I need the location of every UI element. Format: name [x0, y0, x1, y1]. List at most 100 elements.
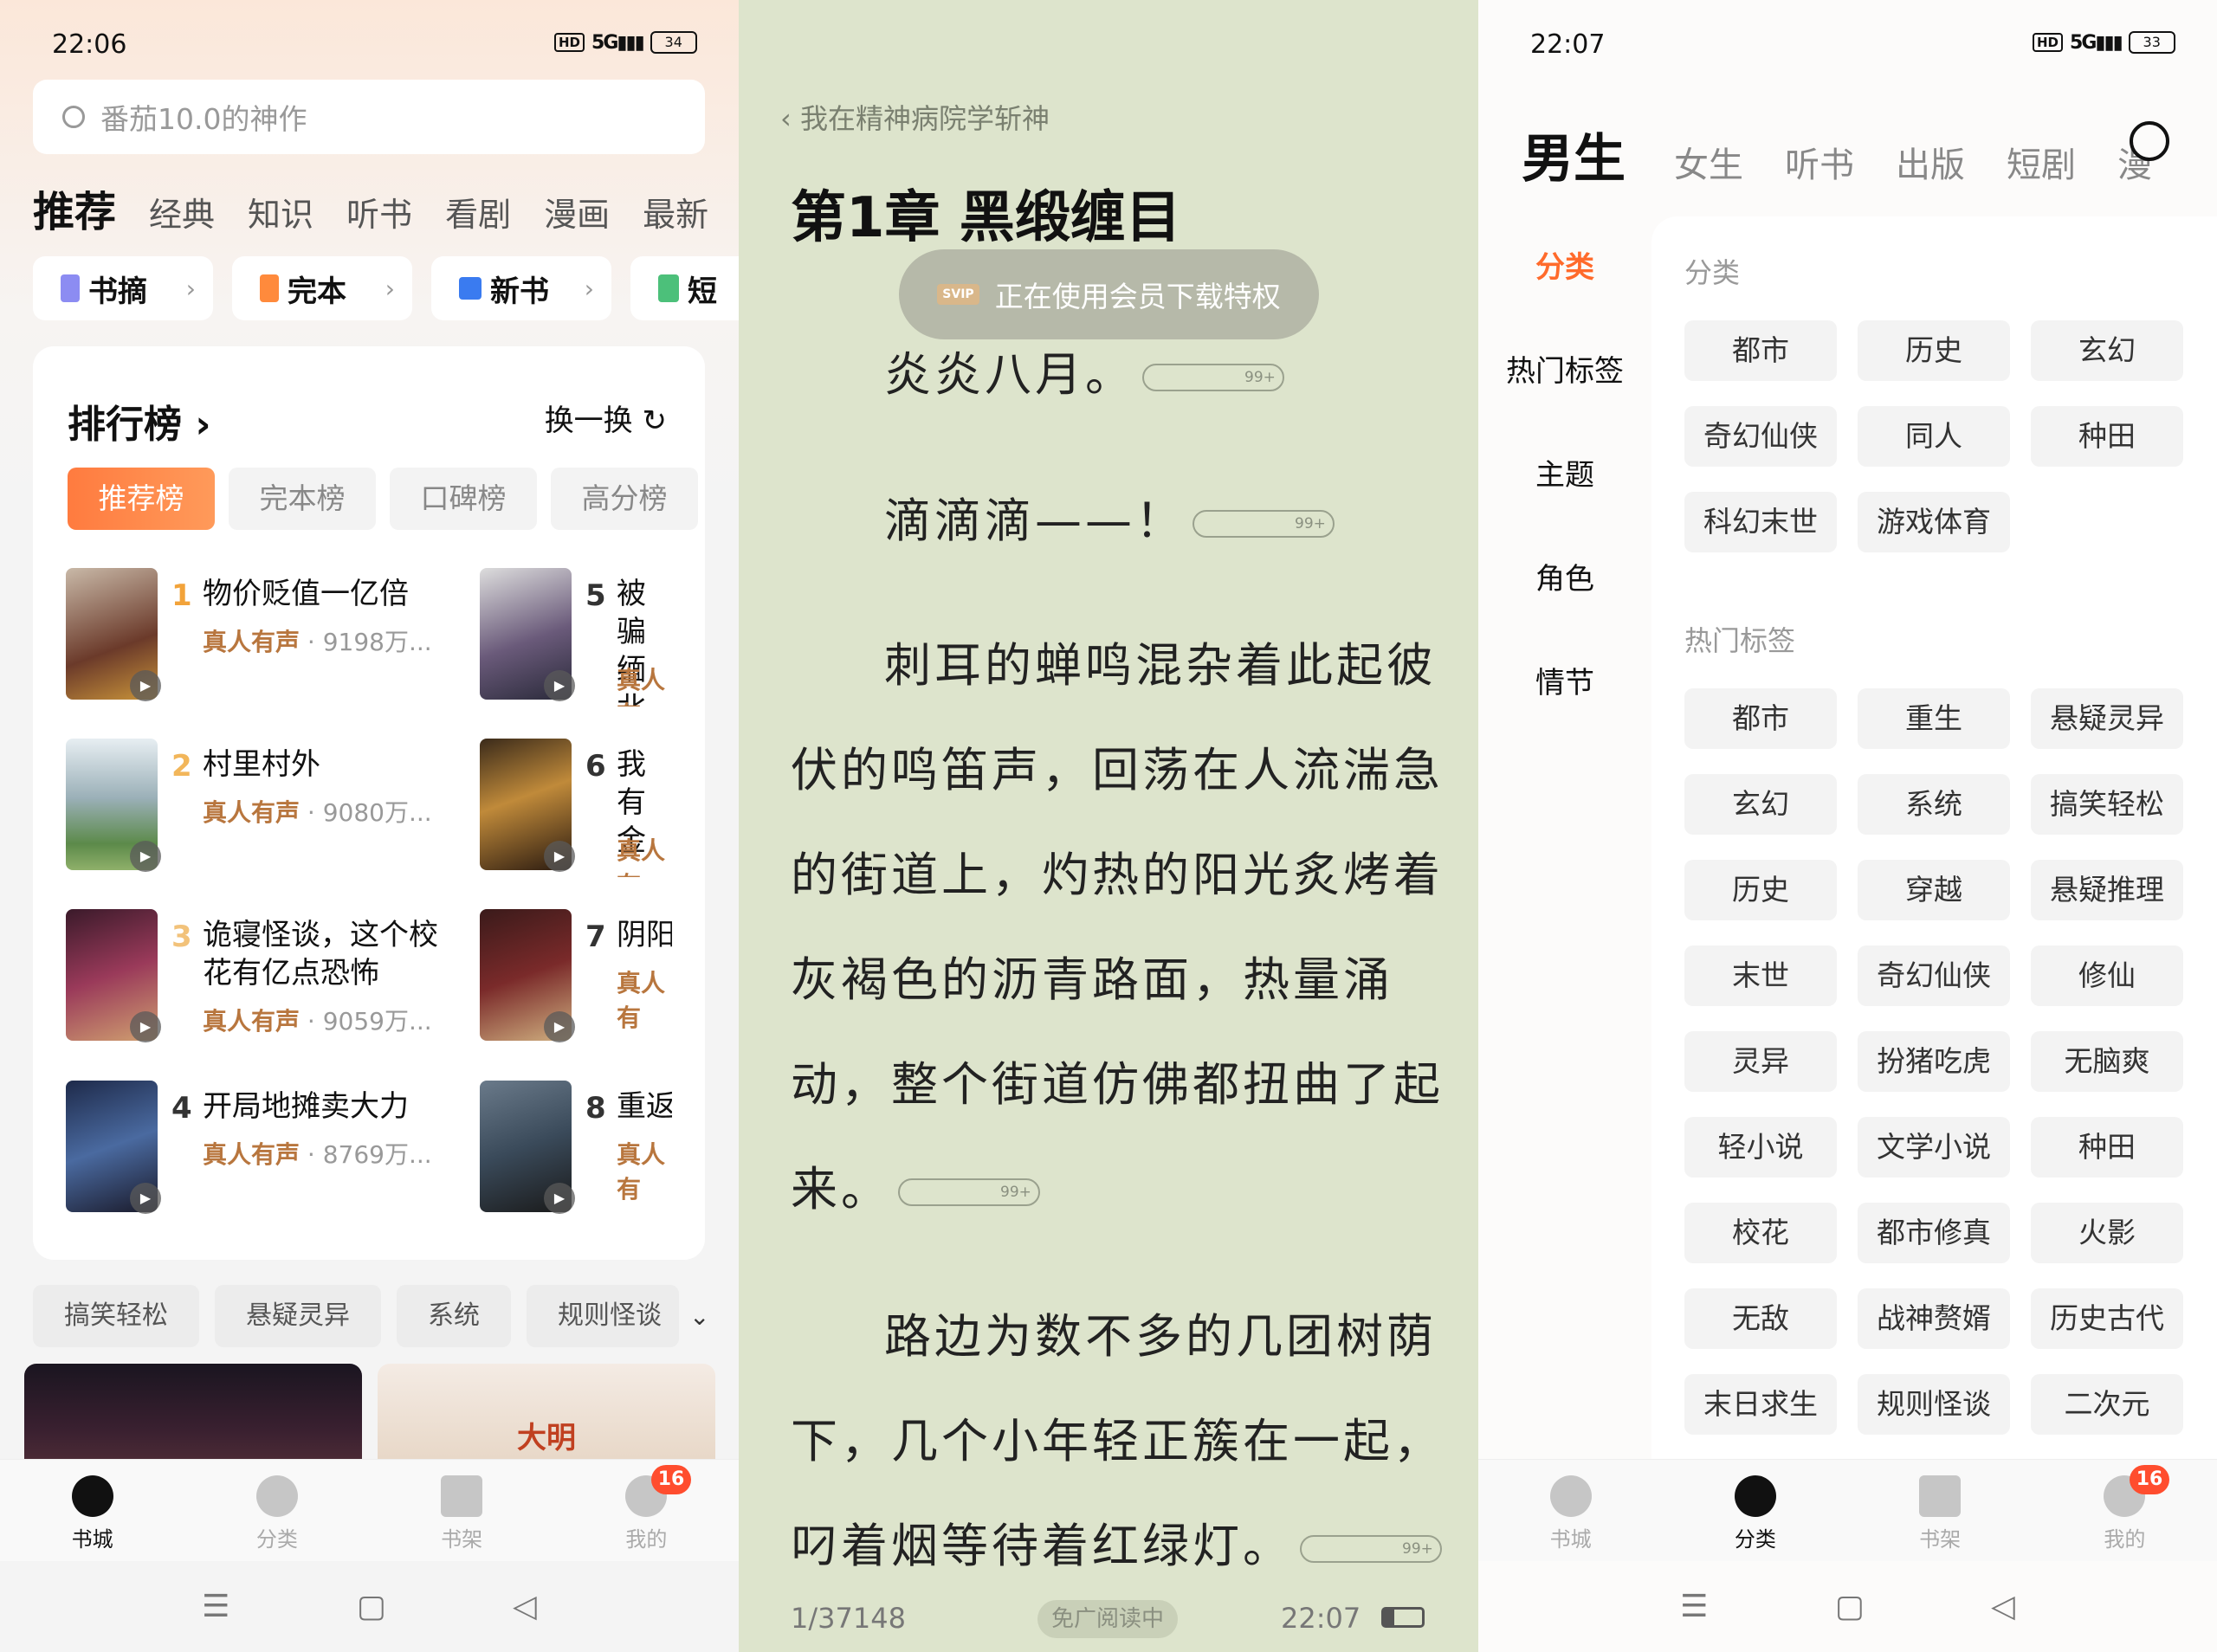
nav-bookshelf[interactable]: 书架	[370, 1460, 554, 1561]
play-icon: ▶	[130, 670, 161, 701]
tab-rank-recommend[interactable]: 推荐榜	[68, 468, 215, 530]
hot-tag-chip[interactable]: 重生	[1858, 688, 2010, 749]
category-chip[interactable]: 种田	[2031, 406, 2183, 467]
category-chip[interactable]: 科幻末世	[1684, 492, 1837, 552]
tab-classic[interactable]: 经典	[149, 188, 215, 236]
hot-tag-chip[interactable]: 末世	[1684, 945, 1837, 1006]
tag-chip[interactable]: 系统	[397, 1285, 511, 1347]
tab-recommend[interactable]: 推荐	[33, 177, 116, 238]
chip-completed[interactable]: 完本 ›	[232, 256, 412, 320]
tab-male[interactable]: 男生	[1522, 117, 1626, 192]
feed-card-thumbnail[interactable]	[24, 1364, 362, 1459]
hot-tag-chip[interactable]: 历史古代	[2031, 1288, 2183, 1349]
category-chip[interactable]: 历史	[1858, 320, 2010, 381]
hot-tag-chip[interactable]: 奇幻仙侠	[1858, 945, 2010, 1006]
search-input[interactable]: 番茄10.0的神作	[33, 80, 705, 154]
tab-short-drama[interactable]: 短剧	[2007, 137, 2076, 187]
hot-tag-chip[interactable]: 轻小说	[1684, 1117, 1837, 1178]
rank-item[interactable]: ▶ 1 物价贬值一亿倍 真人有声 · 9198万...	[66, 568, 482, 707]
gender-tabs: 男生 女生 听书 出版 短剧 漫	[1522, 117, 2194, 192]
rank-item[interactable]: ▶ 4 开局地摊卖大力 真人有声 · 8769万...	[66, 1081, 482, 1219]
hot-tag-chip[interactable]: 灵异	[1684, 1031, 1837, 1092]
hot-tag-chip[interactable]: 玄幻	[1684, 774, 1837, 835]
rank-item[interactable]: ▶ 3 诡寝怪谈，这个校花有亿点恐怖 真人有声 · 9059万...	[66, 909, 482, 1048]
tab-publish[interactable]: 出版	[1896, 137, 1965, 187]
tab-rank-completed[interactable]: 完本榜	[229, 468, 376, 530]
chip-short[interactable]: 短	[630, 256, 739, 320]
hot-tag-chip[interactable]: 文学小说	[1858, 1117, 2010, 1178]
hot-tag-chip[interactable]: 种田	[2031, 1117, 2183, 1178]
hot-tag-chip[interactable]: 穿越	[1858, 860, 2010, 920]
search-icon[interactable]	[2130, 121, 2169, 161]
side-hot-tags[interactable]: 热门标签	[1478, 351, 1651, 455]
ranking-title[interactable]: 排行榜 ›	[68, 393, 210, 448]
back-button[interactable]: ‹ 我在精神病院学斩神	[780, 97, 1050, 137]
tag-chip[interactable]: 规则怪谈	[527, 1285, 679, 1347]
hot-tag-chip[interactable]: 战神赘婿	[1858, 1288, 2010, 1349]
hot-tag-chip[interactable]: 二次元	[2031, 1374, 2183, 1435]
menu-icon[interactable]: ☰	[202, 1589, 229, 1624]
home-icon[interactable]: ▢	[1835, 1589, 1865, 1624]
category-chip[interactable]: 同人	[1858, 406, 2010, 467]
hot-tag-chip[interactable]: 无脑爽	[2031, 1031, 2183, 1092]
category-chip[interactable]: 玄幻	[2031, 320, 2183, 381]
nav-category[interactable]: 分类	[1663, 1460, 1847, 1561]
hot-tag-chip[interactable]: 都市	[1684, 688, 1837, 749]
comment-icon[interactable]: 99+	[898, 1178, 1040, 1207]
nav-bookshelf[interactable]: 书架	[1848, 1460, 2033, 1561]
chip-excerpts[interactable]: 书摘 ›	[33, 256, 213, 320]
category-chip[interactable]: 奇幻仙侠	[1684, 406, 1837, 467]
category-chip[interactable]: 游戏体育	[1858, 492, 2010, 552]
rank-item[interactable]: ▶ 7 阴阳 真人有	[480, 909, 672, 1048]
feed-card-thumbnail[interactable]: 大明	[378, 1364, 715, 1459]
hot-tag-chip[interactable]: 末日求生	[1684, 1374, 1837, 1435]
nav-mine[interactable]: 16 我的	[554, 1460, 739, 1561]
tag-chip[interactable]: 悬疑灵异	[215, 1285, 381, 1347]
tag-chip[interactable]: 搞笑轻松	[33, 1285, 199, 1347]
tab-rank-score[interactable]: 高分榜	[551, 468, 698, 530]
rank-item[interactable]: ▶ 8 重返1 真人有	[480, 1081, 672, 1219]
hot-tag-chip[interactable]: 悬疑灵异	[2031, 688, 2183, 749]
tab-audio[interactable]: 听书	[346, 188, 412, 236]
chevron-down-icon[interactable]: ⌄	[689, 1302, 709, 1331]
chip-new[interactable]: 新书 ›	[431, 256, 611, 320]
tab-audio[interactable]: 听书	[1785, 137, 1854, 187]
comment-icon[interactable]: 99+	[1142, 364, 1284, 392]
back-icon[interactable]: ◁	[513, 1589, 537, 1624]
hot-tag-chip[interactable]: 无敌	[1684, 1288, 1837, 1349]
comment-icon[interactable]: 99+	[1300, 1535, 1442, 1564]
swap-button[interactable]: 换一换 ↻	[545, 397, 667, 439]
tab-knowledge[interactable]: 知识	[248, 188, 313, 236]
tab-newest[interactable]: 最新	[643, 188, 708, 236]
tab-female[interactable]: 女生	[1674, 137, 1743, 187]
back-icon[interactable]: ◁	[1991, 1589, 2015, 1624]
hot-tag-chip[interactable]: 规则怪谈	[1858, 1374, 2010, 1435]
side-plot[interactable]: 情节	[1478, 662, 1651, 766]
hot-tag-chip[interactable]: 校花	[1684, 1203, 1837, 1263]
hot-tag-chip[interactable]: 都市修真	[1858, 1203, 2010, 1263]
rank-item[interactable]: ▶ 6 我有金 真人有	[480, 739, 672, 877]
hot-tag-chip[interactable]: 历史	[1684, 860, 1837, 920]
nav-category[interactable]: 分类	[184, 1460, 369, 1561]
hot-tag-chip[interactable]: 修仙	[2031, 945, 2183, 1006]
rank-item[interactable]: ▶ 5 被骗缅北遇 真人有	[480, 568, 672, 707]
hot-tag-chip[interactable]: 系统	[1858, 774, 2010, 835]
side-category[interactable]: 分类	[1478, 247, 1651, 351]
hot-tag-chip[interactable]: 悬疑推理	[2031, 860, 2183, 920]
rank-item[interactable]: ▶ 2 村里村外 真人有声 · 9080万...	[66, 739, 482, 877]
hot-tag-chip[interactable]: 火影	[2031, 1203, 2183, 1263]
menu-icon[interactable]: ☰	[1680, 1589, 1708, 1624]
home-icon[interactable]: ▢	[357, 1589, 386, 1624]
hot-tag-chip[interactable]: 扮猪吃虎	[1858, 1031, 2010, 1092]
nav-bookstore[interactable]: 书城	[0, 1460, 184, 1561]
tab-drama[interactable]: 看剧	[445, 188, 511, 236]
side-role[interactable]: 角色	[1478, 558, 1651, 662]
tab-comic[interactable]: 漫画	[544, 188, 610, 236]
nav-mine[interactable]: 16 我的	[2033, 1460, 2217, 1561]
side-theme[interactable]: 主题	[1478, 455, 1651, 558]
hot-tag-chip[interactable]: 搞笑轻松	[2031, 774, 2183, 835]
category-chip[interactable]: 都市	[1684, 320, 1837, 381]
comment-icon[interactable]: 99+	[1193, 510, 1335, 539]
tab-rank-reputation[interactable]: 口碑榜	[390, 468, 537, 530]
nav-bookstore[interactable]: 书城	[1478, 1460, 1663, 1561]
